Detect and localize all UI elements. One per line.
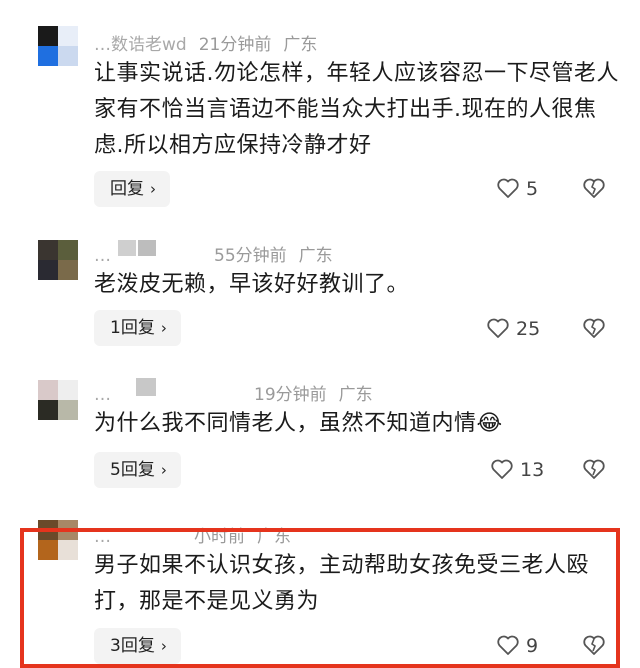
like-count: 25 (516, 318, 541, 340)
dislike-button[interactable] (582, 458, 606, 484)
username[interactable]: … (94, 385, 254, 405)
reply-button[interactable]: 回复 › (94, 171, 170, 207)
like-count: 5 (526, 178, 539, 200)
reply-label: 1回复 (110, 318, 155, 338)
comment-meta: … 55分钟前 广东 (94, 241, 333, 266)
location: 广东 (298, 246, 333, 266)
location: 广东 (338, 385, 373, 405)
broken-heart-icon (583, 318, 605, 338)
broken-heart-icon (583, 459, 605, 479)
timestamp: 21分钟前 (198, 35, 272, 55)
highlight-box (20, 528, 620, 668)
location: 广东 (283, 35, 318, 55)
reply-button[interactable]: 1回复 › (94, 310, 181, 346)
broken-heart-icon (583, 178, 605, 198)
heart-outline-icon (491, 459, 513, 479)
reply-label: 回复 (110, 179, 144, 199)
heart-outline-icon (487, 318, 509, 338)
comment-text: 为什么我不同情老人，虽然不知道内情😂 (94, 411, 503, 436)
heart-outline-icon (497, 178, 519, 198)
like-count: 13 (520, 459, 545, 481)
username[interactable]: … (94, 246, 214, 266)
chevron-right-icon: › (160, 319, 167, 337)
chevron-right-icon: › (150, 180, 156, 198)
username[interactable]: …数诰老wd (94, 35, 187, 55)
avatar[interactable] (38, 240, 78, 280)
like-button[interactable]: 25 (486, 317, 540, 340)
comment-meta: … 19分钟前 广东 (94, 380, 373, 405)
avatar[interactable] (38, 380, 78, 420)
comment-text: 老泼皮无赖，早该好好教训了。 (94, 272, 410, 297)
timestamp: 19分钟前 (254, 385, 327, 405)
comment-text: 让事实说话.勿论怎样，年轻人应该容忍一下尽管老人家有不恰当言语边不能当众大打出手… (94, 61, 619, 158)
comment-meta: …数诰老wd 21分钟前 广东 (94, 30, 317, 55)
dislike-button[interactable] (582, 177, 606, 203)
dislike-button[interactable] (582, 317, 606, 343)
like-button[interactable]: 13 (490, 458, 544, 481)
chevron-right-icon: › (160, 461, 167, 479)
timestamp: 55分钟前 (214, 246, 287, 266)
reply-button[interactable]: 5回复 › (94, 452, 181, 488)
reply-label: 5回复 (110, 460, 155, 480)
avatar[interactable] (38, 26, 78, 66)
like-button[interactable]: 5 (496, 177, 538, 200)
